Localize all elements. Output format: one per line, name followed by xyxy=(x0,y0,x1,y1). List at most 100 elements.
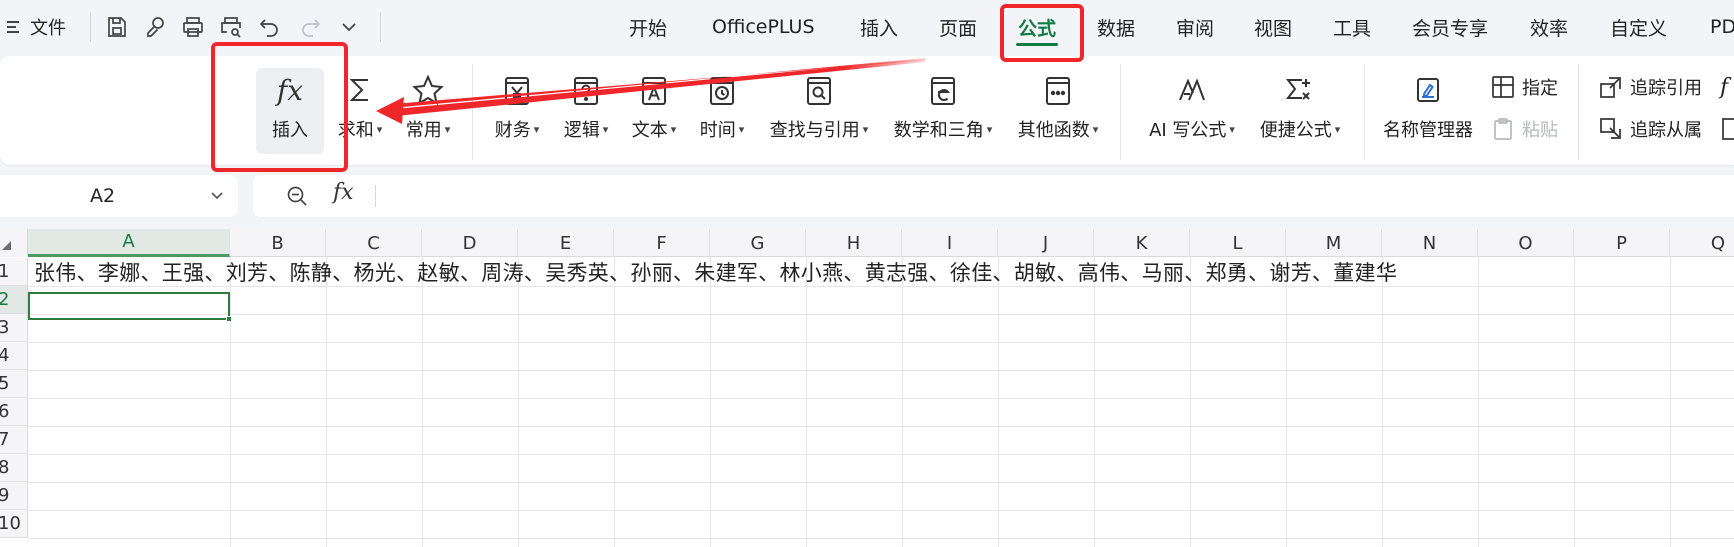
grid-line xyxy=(902,257,903,547)
grid-line xyxy=(1190,257,1191,547)
formula-input[interactable] xyxy=(388,175,1688,217)
chevron-down-icon: ▾ xyxy=(444,122,451,136)
chevron-down-icon: ▾ xyxy=(1229,122,1235,136)
math-functions-button[interactable]: 数学和三角 ▾ xyxy=(890,68,996,154)
column-header-g[interactable]: G xyxy=(710,229,806,257)
grid-line xyxy=(1574,257,1575,547)
clock-icon xyxy=(704,68,740,112)
tab-tools[interactable]: 工具 xyxy=(1333,10,1371,44)
specify-label: 指定 xyxy=(1522,78,1558,99)
print-icon[interactable] xyxy=(178,12,208,42)
name-manager-button[interactable]: 名称管理器 xyxy=(1380,68,1476,154)
other-functions-button[interactable]: 其他函数 ▾ xyxy=(1012,68,1104,154)
tab-page[interactable]: 页面 xyxy=(939,10,977,44)
lookup-functions-button[interactable]: 查找与引用 ▾ xyxy=(766,68,872,154)
select-all-corner[interactable] xyxy=(0,229,28,257)
redo-icon[interactable] xyxy=(296,12,326,42)
paste-names-button[interactable]: 粘贴 xyxy=(1490,114,1558,144)
partial-fx-symbol: f xyxy=(1720,74,1729,100)
paste-icon xyxy=(1490,116,1516,142)
column-header-d[interactable]: D xyxy=(422,229,518,257)
row-header-7[interactable]: 7 xyxy=(0,426,28,454)
grid-line xyxy=(1670,257,1671,547)
row-header-8[interactable]: 8 xyxy=(0,454,28,482)
lookup-label: 查找与引用 xyxy=(769,120,860,141)
column-header-i[interactable]: I xyxy=(902,229,998,257)
specify-button[interactable]: 指定 xyxy=(1490,72,1558,102)
column-header-e[interactable]: E xyxy=(518,229,614,257)
paste-label: 粘贴 xyxy=(1522,120,1558,141)
file-menu[interactable]: 文件 xyxy=(6,12,66,42)
row-number: 1 xyxy=(0,261,9,282)
trace-precedents-button[interactable]: 追踪引用 xyxy=(1598,72,1702,102)
time-functions-button[interactable]: 时间 ▾ xyxy=(694,68,750,154)
column-header-a[interactable]: A xyxy=(28,229,230,257)
tab-efficiency[interactable]: 效率 xyxy=(1530,10,1568,44)
quick-formula-label: 便捷公式 xyxy=(1259,120,1332,141)
text-functions-button[interactable]: 文本 ▾ xyxy=(626,68,682,154)
tab-home[interactable]: 开始 xyxy=(629,10,667,44)
row-header-2[interactable]: 2 xyxy=(0,286,28,314)
tab-insert[interactable]: 插入 xyxy=(860,10,898,44)
spreadsheet-grid[interactable]: A B C D E F G H I J K L M N O P Q 1 2 3 … xyxy=(0,229,1734,547)
fill-handle[interactable] xyxy=(226,316,232,322)
row-header-6[interactable]: 6 xyxy=(0,398,28,426)
column-header-k[interactable]: K xyxy=(1094,229,1190,257)
chevron-down-icon: ▾ xyxy=(986,122,993,136)
name-box-value: A2 xyxy=(90,185,116,207)
show-formulas-button[interactable]: f xyxy=(1720,72,1728,102)
tab-pdf[interactable]: PD xyxy=(1710,10,1734,44)
row-header-1[interactable]: 1 xyxy=(0,258,28,286)
row-header-10[interactable]: 10 xyxy=(0,510,28,538)
name-box[interactable]: A2 xyxy=(0,175,238,217)
row-header-3[interactable]: 3 xyxy=(0,314,28,342)
chevron-down-icon[interactable] xyxy=(208,186,226,204)
print-preview-icon[interactable] xyxy=(216,12,246,42)
format-painter-icon[interactable] xyxy=(140,12,170,42)
tab-review[interactable]: 审阅 xyxy=(1176,10,1214,44)
column-header-h[interactable]: H xyxy=(806,229,902,257)
ai-formula-label: AI 写公式 xyxy=(1149,120,1227,141)
trace-dependents-button[interactable]: 追踪从属 xyxy=(1598,114,1702,144)
undo-icon[interactable] xyxy=(254,12,284,42)
cell-a1[interactable]: 张伟、李娜、王强、刘芳、陈静、杨光、赵敏、周涛、吴秀英、孙丽、朱建军、林小燕、黄… xyxy=(34,258,1397,286)
chevron-down-icon: ▾ xyxy=(862,122,869,136)
column-header-f[interactable]: F xyxy=(614,229,710,257)
chevron-down-icon: ▾ xyxy=(738,122,745,136)
trace-precedents-icon xyxy=(1598,74,1624,100)
tab-data[interactable]: 数据 xyxy=(1097,10,1135,44)
zoom-out-icon[interactable] xyxy=(285,184,309,208)
column-header-m[interactable]: M xyxy=(1286,229,1382,257)
common-functions-button[interactable]: 常用 ▾ xyxy=(398,68,458,154)
grid-line xyxy=(326,257,327,547)
tab-view[interactable]: 视图 xyxy=(1254,10,1292,44)
tab-customize[interactable]: 自定义 xyxy=(1610,10,1667,44)
tab-officeplus[interactable]: OfficePLUS xyxy=(712,10,815,44)
column-header-row: A B C D E F G H I J K L M N O P Q xyxy=(0,229,1734,257)
column-header-n[interactable]: N xyxy=(1382,229,1478,257)
column-header-b[interactable]: B xyxy=(230,229,326,257)
quick-formula-button[interactable]: 便捷公式 ▾ xyxy=(1254,68,1346,154)
text-label: 文本 xyxy=(631,120,668,141)
row-header-5[interactable]: 5 xyxy=(0,370,28,398)
column-header-p[interactable]: P xyxy=(1574,229,1670,257)
column-header-j[interactable]: J xyxy=(998,229,1094,257)
column-header-l[interactable]: L xyxy=(1190,229,1286,257)
text-icon xyxy=(636,68,672,112)
column-header-q[interactable]: Q xyxy=(1670,229,1734,257)
row-header-4[interactable]: 4 xyxy=(0,342,28,370)
remove-arrows-button[interactable] xyxy=(1720,114,1734,144)
save-icon[interactable] xyxy=(102,12,132,42)
column-header-o[interactable]: O xyxy=(1478,229,1574,257)
more-chevron-icon[interactable] xyxy=(336,12,362,42)
insert-function-fx-icon[interactable]: fx xyxy=(333,180,354,205)
finance-functions-button[interactable]: 财务 ▾ xyxy=(488,68,546,154)
divider xyxy=(90,12,91,42)
tab-member[interactable]: 会员专享 xyxy=(1412,10,1488,44)
trace-dependents-icon xyxy=(1598,116,1624,142)
logic-functions-button[interactable]: 逻辑 ▾ xyxy=(558,68,614,154)
ai-formula-button[interactable]: AI 写公式 ▾ xyxy=(1144,68,1240,154)
column-header-c[interactable]: C xyxy=(326,229,422,257)
row-header-9[interactable]: 9 xyxy=(0,482,28,510)
cell-a2-selected[interactable] xyxy=(28,292,232,322)
